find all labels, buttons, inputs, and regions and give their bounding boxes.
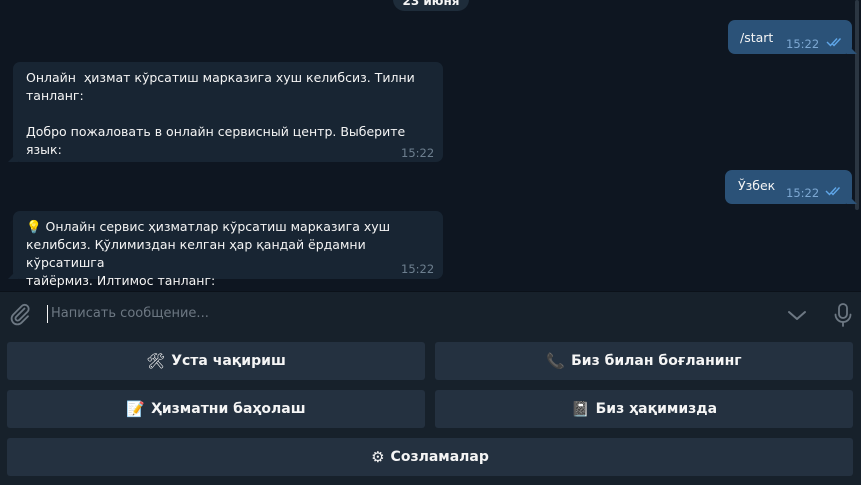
keyboard-button-call-master[interactable]: 🛠 Уста чақириш <box>7 342 425 380</box>
message-bubble-incoming[interactable]: Онлайн ҳизмат кўрсатиш марказига хуш кел… <box>8 62 443 162</box>
notebook-icon: 📓 <box>570 400 590 418</box>
keyboard-button-label: Ҳизматни баҳолаш <box>151 401 306 417</box>
keyboard-button-settings[interactable]: ⚙ Созламалар <box>7 438 853 476</box>
chat-scrollbar[interactable] <box>855 0 859 210</box>
message-time: 15:22 <box>401 262 435 276</box>
memo-icon: 📝 <box>126 400 146 418</box>
message-time: 15:22 <box>786 186 820 200</box>
keyboard-button-rate-service[interactable]: 📝 Ҳизматни баҳолаш <box>7 390 425 428</box>
text-cursor <box>47 305 48 323</box>
keyboard-button-label: Уста чақириш <box>171 353 286 369</box>
message-time: 15:22 <box>401 146 435 160</box>
chevron-down-icon[interactable] <box>786 304 808 326</box>
keyboard-button-label: Биз ҳақимизда <box>595 401 718 417</box>
read-ticks-icon <box>825 187 841 196</box>
message-text: Ўзбек <box>738 178 776 193</box>
microphone-icon[interactable] <box>832 302 854 328</box>
keyboard-button-label: Созламалар <box>390 449 489 465</box>
message-time: 15:22 <box>786 37 820 51</box>
message-input[interactable]: Написать сообщение... <box>51 306 209 321</box>
message-bubble-outgoing[interactable]: /start 15:22 <box>728 20 857 54</box>
keyboard-button-label: Биз билан боғланинг <box>571 353 742 369</box>
paperclip-icon[interactable] <box>8 302 32 326</box>
bot-reply-keyboard: 🛠 Уста чақириш 📞 Биз билан боғланинг 📝 Ҳ… <box>0 335 861 485</box>
message-list[interactable]: 23 июня /start 15:22 Онлайн ҳизмат кўрса… <box>0 0 861 291</box>
keyboard-button-about-us[interactable]: 📓 Биз ҳақимизда <box>435 390 853 428</box>
keyboard-button-contact-us[interactable]: 📞 Биз билан боғланинг <box>435 342 853 380</box>
message-text: 💡 Онлайн сервис ҳизматлар кўрсатиш марка… <box>26 219 391 288</box>
phone-icon: 📞 <box>546 352 566 370</box>
gear-icon: ⚙ <box>371 448 385 466</box>
message-bubble-outgoing[interactable]: Ўзбек 15:22 <box>725 170 857 204</box>
date-badge: 23 июня <box>393 0 469 11</box>
message-text: Онлайн ҳизмат кўрсатиш марказига хуш кел… <box>26 70 415 157</box>
tools-icon: 🛠 <box>146 352 166 370</box>
message-bubble-incoming[interactable]: 💡 Онлайн сервис ҳизматлар кўрсатиш марка… <box>8 211 443 288</box>
read-ticks-icon <box>826 38 842 47</box>
message-composer: Написать сообщение... <box>0 291 861 335</box>
telegram-chat-window: 23 июня /start 15:22 Онлайн ҳизмат кўрса… <box>0 0 861 485</box>
message-text: /start <box>740 30 774 45</box>
